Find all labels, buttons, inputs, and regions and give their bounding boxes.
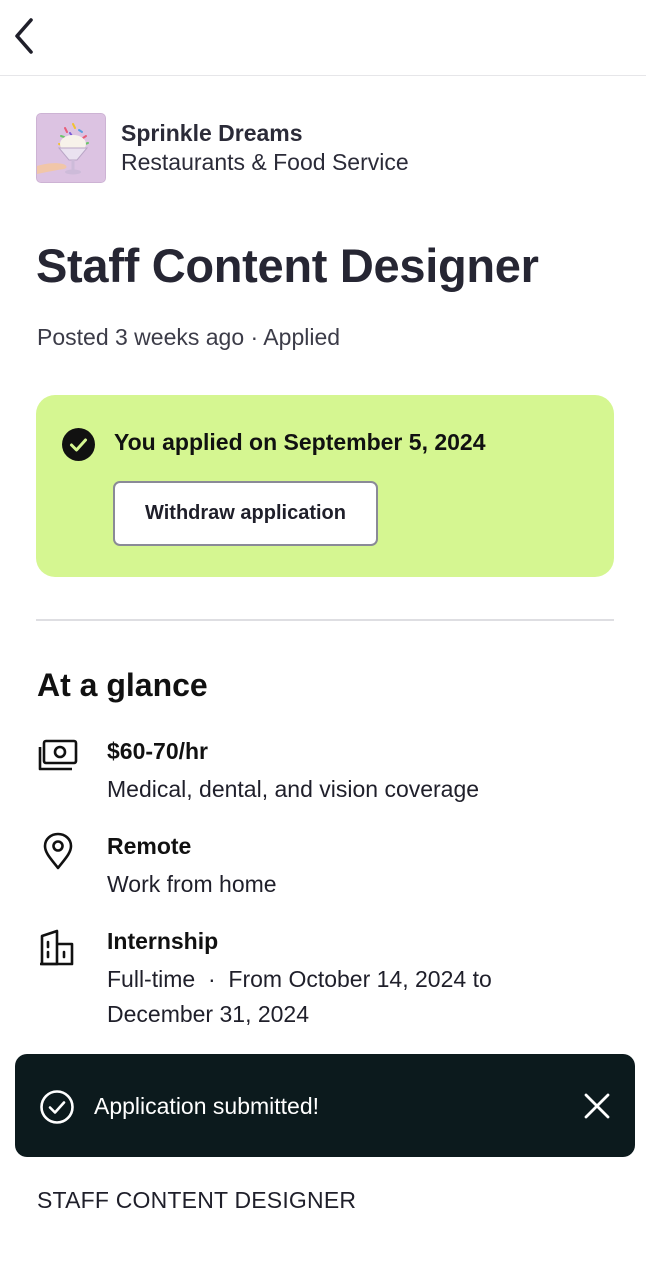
glance-subtitle-location: Work from home: [107, 871, 277, 897]
top-nav-bar: [0, 0, 646, 76]
location-pin-icon: [43, 832, 73, 870]
toast-notification: Application submitted!: [15, 1054, 635, 1157]
withdraw-application-button[interactable]: Withdraw application: [113, 481, 378, 546]
glance-title-location: Remote: [107, 833, 192, 859]
money-icon: [38, 739, 78, 771]
glance-title-pay: $60-70/hr: [107, 738, 209, 764]
job-title-caps: STAFF CONTENT DESIGNER: [37, 1187, 357, 1213]
toast-close-button[interactable]: [579, 1088, 615, 1124]
applied-date-text: You applied on September 5, 2024: [114, 429, 486, 455]
glance-subtitle-type: Full-time · From October 14, 2024 to Dec…: [107, 966, 499, 1027]
ice-cream-sundae-logo: [37, 114, 105, 182]
close-icon: [584, 1093, 610, 1119]
check-circle-outline-icon: [40, 1090, 74, 1124]
company-industry: Restaurants & Food Service: [121, 148, 409, 175]
at-a-glance-heading: At a glance: [37, 667, 208, 703]
posted-meta: Posted 3 weeks ago · Applied: [37, 324, 341, 350]
chevron-left-icon: [15, 18, 33, 54]
check-circle-filled-icon: [62, 428, 95, 461]
company-logo: [36, 113, 106, 183]
application-status-card: You applied on September 5, 2024 Withdra…: [36, 395, 614, 577]
back-button[interactable]: [4, 14, 44, 58]
company-header[interactable]: Sprinkle Dreams Restaurants & Food Servi…: [36, 113, 409, 183]
glance-subtitle-pay: Medical, dental, and vision coverage: [107, 776, 480, 802]
page-title: Staff Content Designer: [36, 239, 539, 292]
toast-message: Application submitted!: [94, 1093, 320, 1119]
section-divider: [36, 619, 614, 621]
building-icon: [40, 929, 74, 966]
glance-title-type: Internship: [107, 928, 219, 954]
company-name[interactable]: Sprinkle Dreams: [121, 119, 409, 147]
